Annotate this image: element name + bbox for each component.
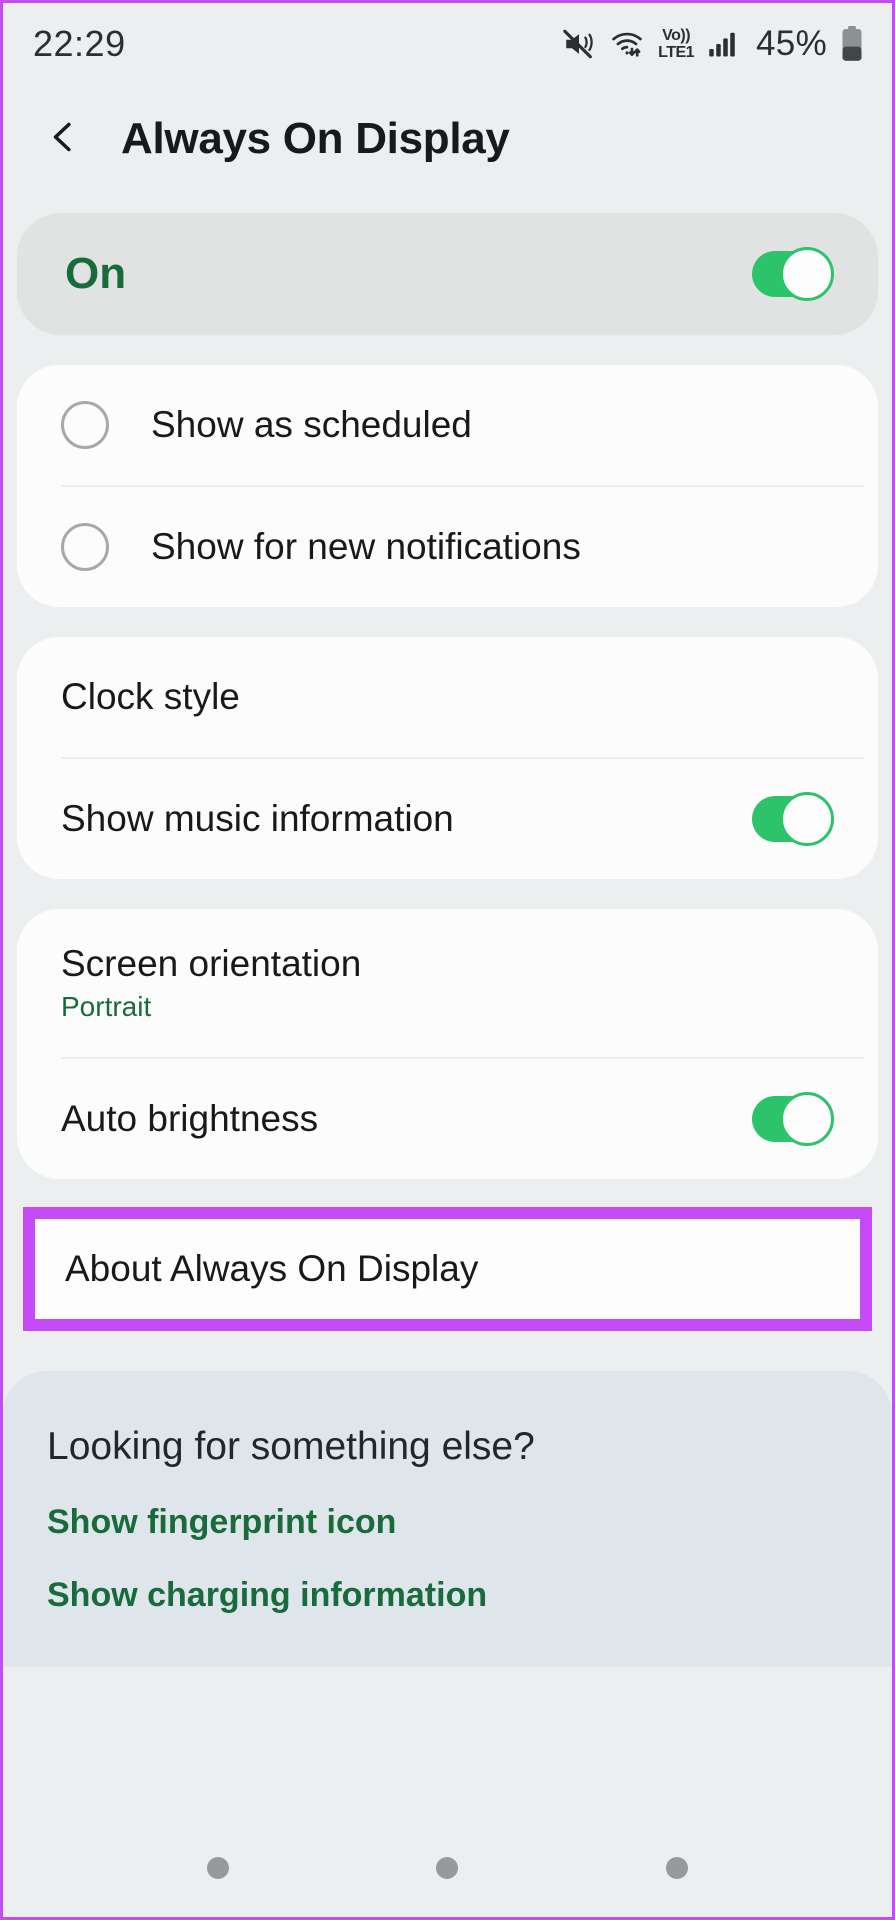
option-row-show-for-new-notifications[interactable]: Show for new notifications [17,487,878,607]
status-bar: 22:29 Vo)) LTE1 45% [3,3,892,85]
link-show-charging-information[interactable]: Show charging information [47,1576,848,1615]
android-navigation-bar [3,1819,892,1917]
radio-show-for-new-notifications[interactable] [61,523,109,571]
option-label: Show for new notifications [151,526,581,567]
clock-style-row[interactable]: Clock style [17,637,878,757]
wifi-icon [609,27,645,61]
option-row-show-as-scheduled[interactable]: Show as scheduled [17,365,878,485]
toggle-knob [780,247,834,301]
clock-style-label: Clock style [61,676,240,717]
volte-bottom-label: LTE1 [658,43,695,61]
row-text: Auto brightness [61,1098,752,1140]
show-music-information-row[interactable]: Show music information [17,759,878,879]
back-button[interactable] [41,117,85,161]
radio-show-as-scheduled[interactable] [61,401,109,449]
row-text: Screen orientation Portrait [61,943,834,1023]
always-on-display-master-row[interactable]: On [17,213,878,335]
auto-brightness-label: Auto brightness [61,1098,319,1139]
schedule-options-card: Show as scheduled Show for new notificat… [17,365,878,607]
nav-recents-button[interactable] [206,1857,229,1879]
screen-orientation-label: Screen orientation [61,943,362,984]
master-toggle-switch[interactable] [752,247,834,301]
status-icons: Vo)) LTE1 45% [562,24,864,64]
toggle-knob [780,792,834,846]
auto-brightness-row[interactable]: Auto brightness [17,1059,878,1179]
screen-orientation-row[interactable]: Screen orientation Portrait [17,909,878,1057]
page-header: Always On Display [3,85,892,193]
option-label: Show as scheduled [151,404,472,445]
battery-icon [840,26,864,62]
battery-percent-label: 45% [756,24,827,63]
volte-icon: Vo)) LTE1 [658,26,695,61]
about-always-on-display-highlight: About Always On Display [23,1207,872,1331]
show-music-information-toggle[interactable] [752,792,834,846]
clock-settings-card: Clock style Show music information [17,637,878,879]
about-always-on-display-row[interactable]: About Always On Display [35,1219,860,1319]
nav-back-button[interactable] [666,1857,689,1879]
master-toggle-label: On [65,249,127,298]
page-title: Always On Display [121,114,510,163]
auto-brightness-toggle[interactable] [752,1092,834,1146]
toggle-knob [780,1092,834,1146]
screen-orientation-value: Portrait [61,991,152,1022]
display-settings-card: Screen orientation Portrait Auto brightn… [17,909,878,1179]
phone-screen: 22:29 Vo)) LTE1 45% Always On Display On… [0,0,895,1920]
looking-for-something-else-card: Looking for something else? Show fingerp… [3,1371,892,1667]
looking-for-something-else-title: Looking for something else? [47,1425,535,1468]
row-text: Show music information [61,798,752,840]
signal-icon [707,29,739,59]
mute-icon [562,27,596,61]
link-show-fingerprint-icon[interactable]: Show fingerprint icon [47,1503,848,1542]
chevron-left-icon [43,114,83,165]
about-always-on-display-label: About Always On Display [65,1248,479,1289]
show-music-information-label: Show music information [61,798,454,839]
status-time: 22:29 [33,23,126,64]
volte-top-label: Vo)) [662,26,691,44]
nav-home-button[interactable] [436,1857,459,1879]
